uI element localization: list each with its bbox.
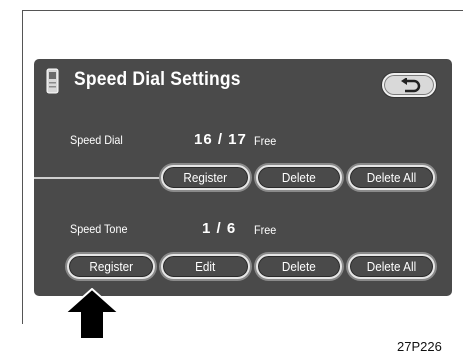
- back-arrow-icon: [401, 78, 421, 93]
- speed-tone-register-button[interactable]: Register: [67, 254, 155, 279]
- speed-dial-register-button[interactable]: Register: [161, 165, 250, 190]
- back-button[interactable]: [382, 73, 436, 97]
- title-bar: Speed Dial Settings: [34, 59, 452, 107]
- button-label: Register: [183, 170, 228, 185]
- speed-dial-delete-all-button[interactable]: Delete All: [348, 165, 435, 190]
- speed-tone-delete-all-button[interactable]: Delete All: [348, 254, 435, 279]
- speed-dial-delete-button[interactable]: Delete: [256, 165, 342, 190]
- speed-tone-count: 1 / 6: [202, 220, 237, 237]
- button-label: Register: [89, 259, 133, 274]
- speed-tone-edit-button[interactable]: Edit: [161, 254, 250, 279]
- speed-tone-free-label: Free: [254, 223, 277, 237]
- speed-dial-settings-screen: Speed Dial Settings Speed Dial 16 / 17 F…: [34, 59, 452, 296]
- button-label: Delete All: [366, 259, 417, 274]
- button-label: Delete All: [366, 170, 417, 185]
- button-label: Edit: [195, 259, 216, 274]
- speed-dial-free-label: Free: [254, 134, 277, 148]
- speed-dial-count: 16 / 17: [194, 131, 247, 148]
- figure-code: 27P226: [397, 339, 442, 354]
- button-label: Delete: [282, 170, 316, 185]
- divider-line: [34, 177, 162, 179]
- button-label: Delete: [282, 259, 316, 274]
- phone-icon: [46, 68, 59, 94]
- speed-tone-delete-button[interactable]: Delete: [256, 254, 342, 279]
- speed-dial-label: Speed Dial: [70, 133, 123, 147]
- speed-tone-label: Speed Tone: [70, 222, 128, 236]
- pointer-arrow-icon: [62, 288, 122, 340]
- page-title: Speed Dial Settings: [74, 69, 241, 90]
